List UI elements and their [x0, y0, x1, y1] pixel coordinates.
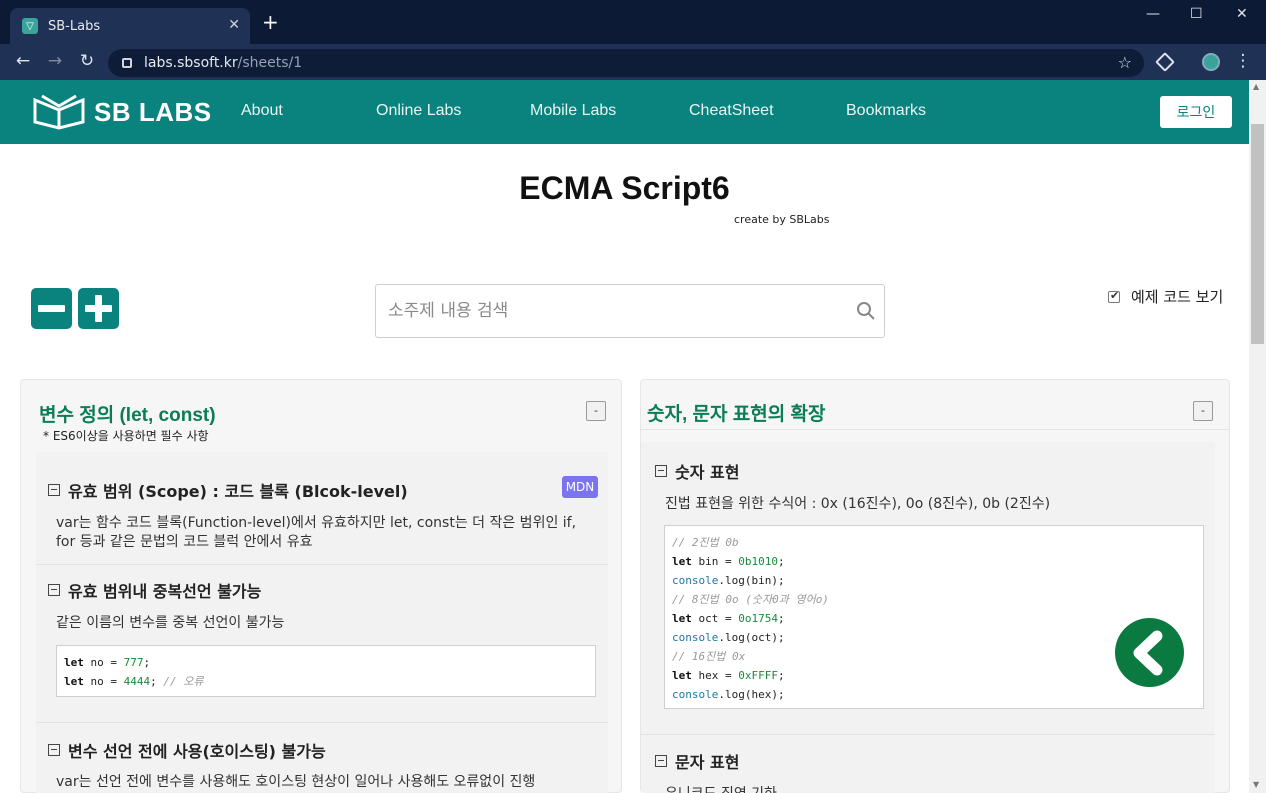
tab-title: SB-Labs	[48, 18, 101, 34]
section-number-expression: 숫자 표현 진법 표현을 위한 수식어 : 0x (16진수), 0o (8진수…	[641, 442, 1215, 734]
nav-about[interactable]: About	[241, 102, 283, 120]
new-tab-button[interactable]: +	[262, 12, 279, 32]
minimize-icon[interactable]: —	[1146, 6, 1160, 22]
browser-toolbar: ← → ↻ labs.sbsoft.kr/sheets/1 ☆ ⋮	[0, 44, 1266, 80]
card-number-string: 숫자, 문자 표현의 확장 - 숫자 표현 진법 표현을 위한 수식어 : 0x…	[640, 379, 1230, 793]
collapse-all-button[interactable]	[31, 288, 72, 329]
scrollbar-thumb[interactable]	[1251, 124, 1264, 344]
code-line: console.log(bin);	[672, 574, 785, 587]
card-variable-definition: 변수 정의 (let, const) * ES6이상을 사용하면 필수 사항 -…	[20, 379, 622, 793]
reload-icon[interactable]: ↻	[76, 51, 98, 71]
site-logo[interactable]: SB LABS	[32, 94, 212, 130]
mdn-badge[interactable]: MDN	[562, 476, 598, 498]
collapse-square-icon[interactable]	[48, 744, 60, 756]
nav-cheatsheet[interactable]: CheatSheet	[689, 102, 774, 120]
section-title[interactable]: 변수 선언 전에 사용(호이스팅) 불가능	[48, 738, 326, 762]
page-scrollbar[interactable]: ▲ ▼	[1249, 80, 1266, 793]
nav-bookmarks[interactable]: Bookmarks	[846, 102, 926, 120]
code-line: // 8진법 0o (숫자0과 영어o)	[672, 593, 829, 606]
divider	[641, 429, 1229, 430]
address-bar[interactable]: labs.sbsoft.kr/sheets/1 ☆	[108, 49, 1144, 77]
book-logo-icon	[33, 94, 85, 130]
url-path: /sheets/1	[237, 55, 303, 71]
section-text-line: var는 함수 코드 블록(Function-level)에서 유효하지만 le…	[56, 515, 577, 531]
scroll-up-icon[interactable]: ▲	[1253, 82, 1259, 91]
page-subtitle: create by SBLabs	[734, 213, 830, 226]
plus-icon-vertical	[95, 295, 102, 322]
section-title[interactable]: 문자 표현	[655, 749, 739, 773]
card-note: * ES6이상을 사용하면 필수 사항	[43, 429, 209, 443]
card-collapse-button[interactable]: -	[586, 401, 606, 421]
section-no-redeclare: 유효 범위내 중복선언 불가능 같은 이름의 변수를 중복 선언이 불가능 le…	[36, 565, 608, 723]
back-icon[interactable]: ←	[12, 51, 34, 71]
collapse-square-icon[interactable]	[48, 584, 60, 596]
minus-icon	[38, 305, 65, 312]
section-title-text: 문자 표현	[675, 753, 740, 772]
collapse-square-icon[interactable]	[48, 484, 60, 496]
site-navbar: SB LABS About Online Labs Mobile Labs Ch…	[0, 80, 1249, 144]
nav-mobile-labs[interactable]: Mobile Labs	[530, 102, 616, 120]
back-to-top-button[interactable]	[1115, 618, 1184, 687]
search-box	[375, 284, 885, 338]
section-title-text: 숫자 표현	[675, 463, 740, 482]
section-title-text: 유효 범위내 중복선언 불가능	[68, 582, 262, 601]
window-close-icon[interactable]: ✕	[1236, 6, 1248, 22]
tab-close-icon[interactable]: ✕	[228, 17, 240, 33]
expand-all-button[interactable]	[78, 288, 119, 329]
collapse-square-icon[interactable]	[655, 755, 667, 767]
profile-avatar-icon[interactable]	[1202, 53, 1220, 71]
scroll-down-icon[interactable]: ▼	[1253, 780, 1259, 789]
forward-icon[interactable]: →	[44, 51, 66, 71]
section-text-line: for 등과 같은 문법의 코드 블럭 안에서 유효	[56, 534, 313, 550]
section-text: var는 함수 코드 블록(Function-level)에서 유효하지만 le…	[56, 514, 576, 552]
show-code-label: 예제 코드 보기	[1131, 288, 1224, 306]
login-button[interactable]: 로그인	[1160, 96, 1232, 128]
code-line: // 2진법 0b	[672, 536, 739, 549]
collapse-square-icon[interactable]	[655, 465, 667, 477]
nav-online-labs[interactable]: Online Labs	[376, 102, 461, 120]
code-line: let no = 4444; // 오류	[64, 675, 204, 688]
section-title[interactable]: 유효 범위내 중복선언 불가능	[48, 578, 261, 602]
code-block: let no = 777; let no = 4444; // 오류	[56, 645, 596, 697]
lock-icon	[122, 58, 132, 68]
card-title: 숫자, 문자 표현의 확장	[647, 404, 826, 425]
show-code-toggle[interactable]: 예제 코드 보기	[1108, 286, 1223, 307]
search-icon[interactable]	[856, 301, 876, 321]
favicon-icon: ▽	[22, 18, 38, 34]
section-text: 같은 이름의 변수를 중복 선언이 불가능	[56, 615, 285, 631]
section-title[interactable]: 숫자 표현	[655, 459, 739, 483]
section-text: 유니코드 직연 기하	[665, 785, 777, 793]
browser-titlebar: ▽ SB-Labs ✕ + — ☐ ✕	[0, 0, 1266, 44]
card-collapse-button[interactable]: -	[1193, 401, 1213, 421]
section-title-text: 유효 범위 (Scope) : 코드 블록 (Blcok-level)	[68, 482, 408, 501]
card-title: 변수 정의 (let, const)	[39, 405, 216, 426]
section-scope: 유효 범위 (Scope) : 코드 블록 (Blcok-level) MDN …	[36, 452, 608, 564]
code-line: let bin = 0b1010;	[672, 555, 785, 568]
code-line: console.log(hex);	[672, 688, 785, 701]
url-host: labs.sbsoft.kr	[144, 55, 238, 71]
maximize-icon[interactable]: ☐	[1190, 6, 1203, 22]
section-title[interactable]: 유효 범위 (Scope) : 코드 블록 (Blcok-level)	[48, 478, 408, 502]
bookmark-star-icon[interactable]: ☆	[1118, 53, 1132, 72]
chevron-left-icon	[1133, 630, 1163, 676]
browser-menu-icon[interactable]: ⋮	[1232, 51, 1254, 71]
section-title-text: 변수 선언 전에 사용(호이스팅) 불가능	[68, 742, 326, 761]
search-input[interactable]	[388, 297, 828, 325]
section-string-expression: 문자 표현 유니코드 직연 기하	[641, 735, 1215, 793]
show-code-checkbox[interactable]	[1108, 289, 1120, 303]
browser-tab[interactable]: ▽ SB-Labs ✕	[10, 8, 250, 44]
section-hoisting: 변수 선언 전에 사용(호이스팅) 불가능 var는 선언 전에 변수를 사용해…	[36, 723, 608, 793]
extension-gem-icon[interactable]	[1155, 52, 1175, 72]
section-text: 진법 표현을 위한 수식어 : 0x (16진수), 0o (8진수), 0b …	[665, 496, 1051, 512]
page-title: ECMA Script6	[519, 170, 730, 206]
logo-text: SB LABS	[94, 96, 212, 127]
code-line: let no = 777;	[64, 656, 151, 669]
section-text: var는 선언 전에 변수를 사용해도 호이스팅 현상이 일어나 사용해도 오류…	[56, 774, 536, 790]
